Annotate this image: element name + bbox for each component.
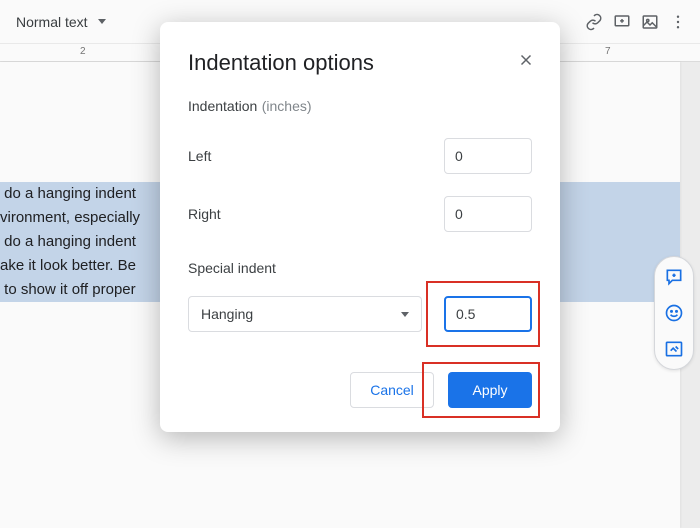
- section-unit-text: (inches): [262, 98, 312, 114]
- indentation-section-label: Indentation (inches): [188, 98, 532, 116]
- dialog-title: Indentation options: [188, 50, 532, 76]
- right-indent-label: Right: [188, 206, 221, 222]
- special-indent-label: Special indent: [188, 260, 532, 276]
- left-indent-row: Left: [188, 138, 532, 174]
- special-indent-value-input[interactable]: [444, 296, 532, 332]
- dropdown-arrow-icon: [401, 312, 409, 317]
- section-label-text: Indentation: [188, 98, 257, 114]
- right-indent-row: Right: [188, 196, 532, 232]
- special-indent-row: Hanging: [188, 296, 532, 332]
- dialog-actions: Cancel Apply: [188, 372, 532, 408]
- indentation-options-dialog: Indentation options Indentation (inches)…: [160, 22, 560, 432]
- apply-button[interactable]: Apply: [448, 372, 532, 408]
- special-indent-select-value: Hanging: [201, 306, 253, 322]
- cancel-button[interactable]: Cancel: [350, 372, 434, 408]
- special-indent-select[interactable]: Hanging: [188, 296, 422, 332]
- close-button[interactable]: [514, 48, 538, 72]
- left-indent-input[interactable]: [444, 138, 532, 174]
- left-indent-label: Left: [188, 148, 211, 164]
- right-indent-input[interactable]: [444, 196, 532, 232]
